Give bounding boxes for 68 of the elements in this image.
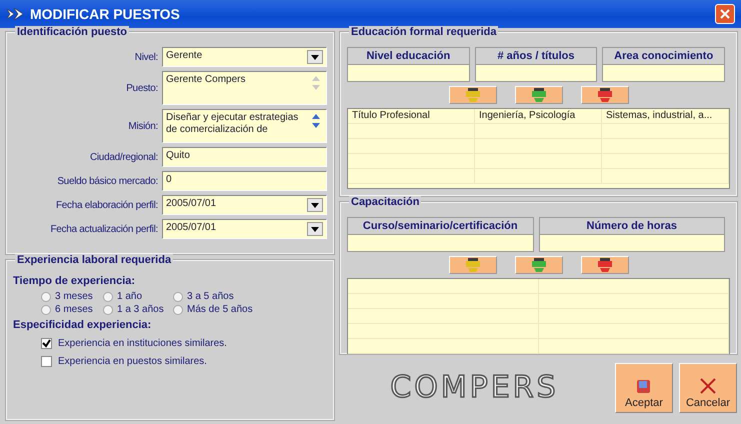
app-icon bbox=[6, 7, 24, 21]
column-header: # años / títulos bbox=[474, 47, 598, 64]
cancel-button[interactable]: Cancelar bbox=[679, 363, 737, 413]
delete-record-button[interactable] bbox=[580, 256, 628, 274]
add-record-button[interactable] bbox=[448, 86, 496, 104]
checkmark-icon bbox=[42, 339, 51, 348]
dropdown-button[interactable] bbox=[307, 198, 323, 212]
delete-record-button[interactable] bbox=[580, 86, 628, 104]
tray-icon bbox=[464, 88, 480, 102]
dropdown-arrow-icon bbox=[311, 54, 319, 60]
field-label: Nivel: bbox=[134, 52, 158, 62]
section-label: Especificidad experiencia: bbox=[13, 319, 152, 331]
field-label: Misión: bbox=[127, 120, 158, 132]
checkbox-option[interactable]: Experiencia en instituciones similares. bbox=[13, 338, 327, 349]
radio-option[interactable]: 3 meses bbox=[41, 291, 103, 302]
table-cell: Ingeniería, Psicología bbox=[475, 109, 602, 123]
tray-icon bbox=[596, 258, 612, 272]
column-header: Número de horas bbox=[538, 217, 725, 234]
dropdown-field[interactable]: 2005/07/01 bbox=[162, 219, 327, 239]
dropdown-button[interactable] bbox=[307, 222, 323, 236]
radio-option[interactable]: 3 a 5 años bbox=[173, 291, 283, 302]
tray-icon bbox=[530, 258, 546, 272]
logo: COMPERS bbox=[389, 371, 560, 405]
tray-icon bbox=[464, 258, 480, 272]
radio-option[interactable]: Más de 5 años bbox=[173, 304, 283, 315]
close-icon bbox=[720, 9, 730, 19]
dropdown-field[interactable]: Gerente bbox=[162, 47, 327, 67]
input-field[interactable]: 0 bbox=[162, 171, 327, 191]
column-header: Nivel educación bbox=[347, 47, 470, 64]
group-title: Experiencia laboral requerida bbox=[15, 254, 174, 266]
radio-option[interactable]: 6 meses bbox=[41, 304, 103, 315]
window-title: MODIFICAR PUESTOS bbox=[30, 6, 181, 22]
column-header: Area conocimiento bbox=[602, 47, 725, 64]
close-button[interactable] bbox=[715, 4, 735, 24]
field-label: Puesto: bbox=[125, 82, 158, 94]
dropdown-arrow-icon bbox=[311, 226, 319, 232]
group-title: Identificación puesto bbox=[15, 26, 130, 38]
input-field[interactable] bbox=[347, 234, 534, 252]
radio-option[interactable]: 1 a 3 años bbox=[103, 304, 173, 315]
input-field[interactable]: Quito bbox=[162, 147, 327, 167]
tray-icon bbox=[530, 88, 546, 102]
radio-option[interactable]: 1 año bbox=[103, 291, 173, 302]
edit-record-button[interactable] bbox=[514, 256, 562, 274]
section-label: Tiempo de experiencia: bbox=[13, 275, 136, 287]
field-label: Fecha actualización perfil: bbox=[49, 224, 158, 234]
group-title: Educación formal requerida bbox=[349, 26, 498, 38]
dropdown-field[interactable]: 2005/07/01 bbox=[162, 195, 327, 215]
field-label: Ciudad/regional: bbox=[88, 152, 158, 162]
cross-icon bbox=[699, 377, 717, 395]
dropdown-button[interactable] bbox=[307, 50, 323, 64]
input-field[interactable] bbox=[602, 64, 725, 82]
table-cell: Sistemas, industrial, a... bbox=[602, 109, 729, 123]
text-area[interactable]: Gerente Compers bbox=[162, 71, 327, 105]
column-header: Curso/seminario/certificación bbox=[347, 217, 534, 234]
checkbox-option[interactable]: Experiencia en puestos similares. bbox=[13, 356, 327, 367]
group-title: Capacitación bbox=[349, 196, 422, 208]
add-record-button[interactable] bbox=[448, 256, 496, 274]
accept-button[interactable]: Aceptar bbox=[615, 363, 673, 413]
table-cell: Título Profesional bbox=[348, 109, 475, 123]
field-label: Sueldo básico mercado: bbox=[56, 176, 158, 186]
input-field[interactable] bbox=[347, 64, 470, 82]
input-field[interactable] bbox=[474, 64, 598, 82]
field-label: Fecha elaboración perfil: bbox=[54, 200, 158, 210]
tray-icon bbox=[596, 88, 612, 102]
input-field[interactable] bbox=[538, 234, 725, 252]
text-area[interactable]: Diseñar y ejecutar estrategias de comercialización de bbox=[162, 109, 327, 143]
dropdown-arrow-icon bbox=[311, 202, 319, 208]
edit-record-button[interactable] bbox=[514, 86, 562, 104]
